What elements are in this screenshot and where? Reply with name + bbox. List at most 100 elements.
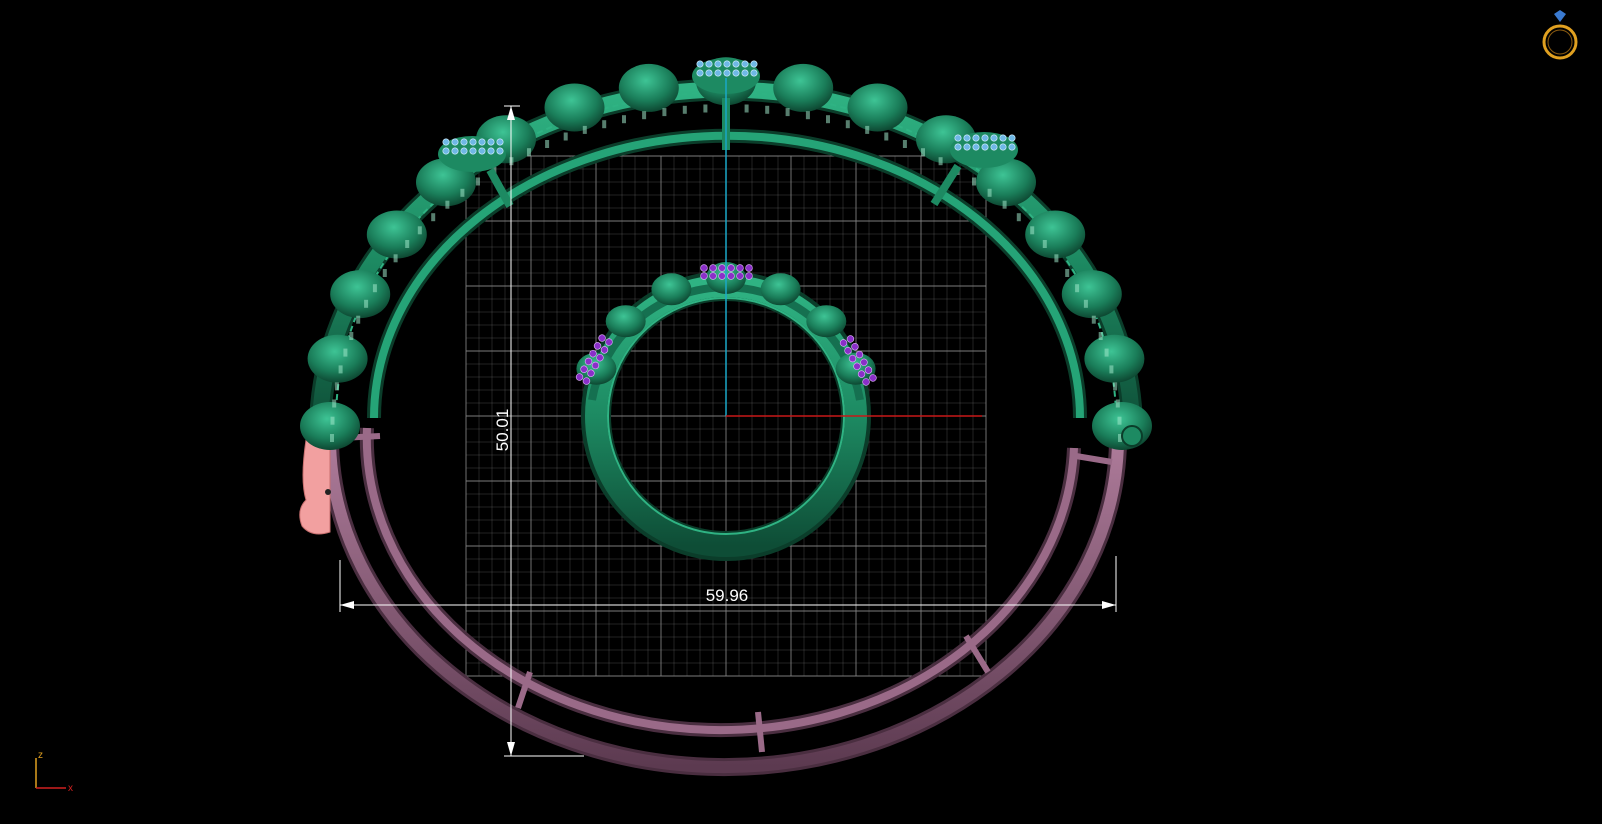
dome (773, 63, 834, 112)
prong (1065, 269, 1070, 277)
height-dimension-label: 50.01 (493, 409, 512, 452)
gem (999, 143, 1007, 151)
gem (442, 138, 450, 146)
prong (642, 111, 647, 120)
prong (330, 434, 334, 442)
gem (732, 69, 740, 77)
gem (963, 143, 971, 151)
view-cube-ring-icon[interactable] (1538, 8, 1584, 64)
prong (744, 104, 749, 113)
gem (745, 272, 753, 280)
dome (1092, 402, 1152, 450)
prong (460, 188, 465, 197)
gem (696, 69, 704, 77)
prong (431, 213, 436, 222)
prong (682, 105, 687, 114)
gem (732, 60, 740, 68)
dome (1084, 334, 1145, 383)
gem (972, 134, 980, 142)
gem (750, 69, 758, 77)
prong (765, 105, 770, 114)
gem (496, 147, 504, 155)
gem (714, 69, 722, 77)
prong (343, 348, 348, 357)
prong (972, 177, 976, 186)
gem (981, 143, 989, 151)
shank-strut (755, 711, 765, 753)
gem (741, 69, 749, 77)
gem (954, 134, 962, 142)
gem (750, 60, 758, 68)
gem (963, 134, 971, 142)
gem (478, 147, 486, 155)
prong (1030, 226, 1035, 235)
hinge-clasp[interactable] (299, 439, 331, 535)
prong (1016, 213, 1021, 222)
shank-strut (1075, 453, 1113, 465)
x-axis-label: x (68, 783, 73, 793)
gem (700, 272, 708, 280)
gem (709, 272, 717, 280)
prong (1091, 315, 1096, 324)
prong (938, 157, 943, 166)
gem (496, 138, 504, 146)
gem (972, 143, 980, 151)
gem-icon (1554, 10, 1566, 22)
prong (545, 140, 550, 148)
prong (1054, 254, 1059, 263)
prong (1109, 365, 1114, 374)
prong (1002, 200, 1007, 209)
gem (954, 143, 962, 151)
gem (714, 60, 722, 68)
dome (605, 305, 646, 338)
prong (330, 416, 335, 425)
clasp-lock[interactable] (1121, 425, 1143, 447)
3d-viewport[interactable]: 59.96 50.01 z x (0, 0, 1602, 824)
prong (884, 132, 889, 141)
gem (999, 134, 1007, 142)
prong (1083, 299, 1088, 308)
gem (469, 138, 477, 146)
width-dimension[interactable]: 59.96 (339, 556, 1117, 612)
prong (703, 104, 708, 113)
dome (618, 63, 679, 112)
gem (736, 264, 744, 272)
prong (1042, 240, 1047, 248)
prong (393, 254, 398, 263)
prong (1098, 332, 1103, 340)
gem (478, 138, 486, 146)
gem (990, 143, 998, 151)
gem (460, 147, 468, 155)
prong (1115, 399, 1120, 408)
gem (718, 272, 726, 280)
ring-icon (1542, 24, 1578, 60)
dome (760, 273, 801, 306)
prong (338, 365, 343, 374)
dome (307, 334, 368, 383)
dome (651, 273, 692, 306)
prong (1075, 284, 1080, 293)
axis-triad: z x (28, 748, 88, 793)
prong (332, 399, 337, 408)
prong (826, 115, 830, 124)
gem (442, 147, 450, 155)
gem (990, 134, 998, 142)
viewport-scene[interactable]: 59.96 50.01 (0, 0, 1602, 824)
gem (469, 147, 477, 155)
dome (300, 402, 360, 450)
dome (1061, 270, 1122, 319)
prong (845, 120, 850, 129)
gem (705, 60, 713, 68)
gem (696, 60, 704, 68)
prong (527, 148, 531, 157)
prong (582, 125, 587, 134)
dome (366, 210, 427, 259)
gem (723, 69, 731, 77)
prong (356, 315, 361, 324)
gem (705, 69, 713, 77)
prong (405, 240, 410, 248)
prong (1117, 416, 1122, 425)
prong (987, 188, 992, 197)
dome (806, 305, 847, 338)
gem (487, 138, 495, 146)
